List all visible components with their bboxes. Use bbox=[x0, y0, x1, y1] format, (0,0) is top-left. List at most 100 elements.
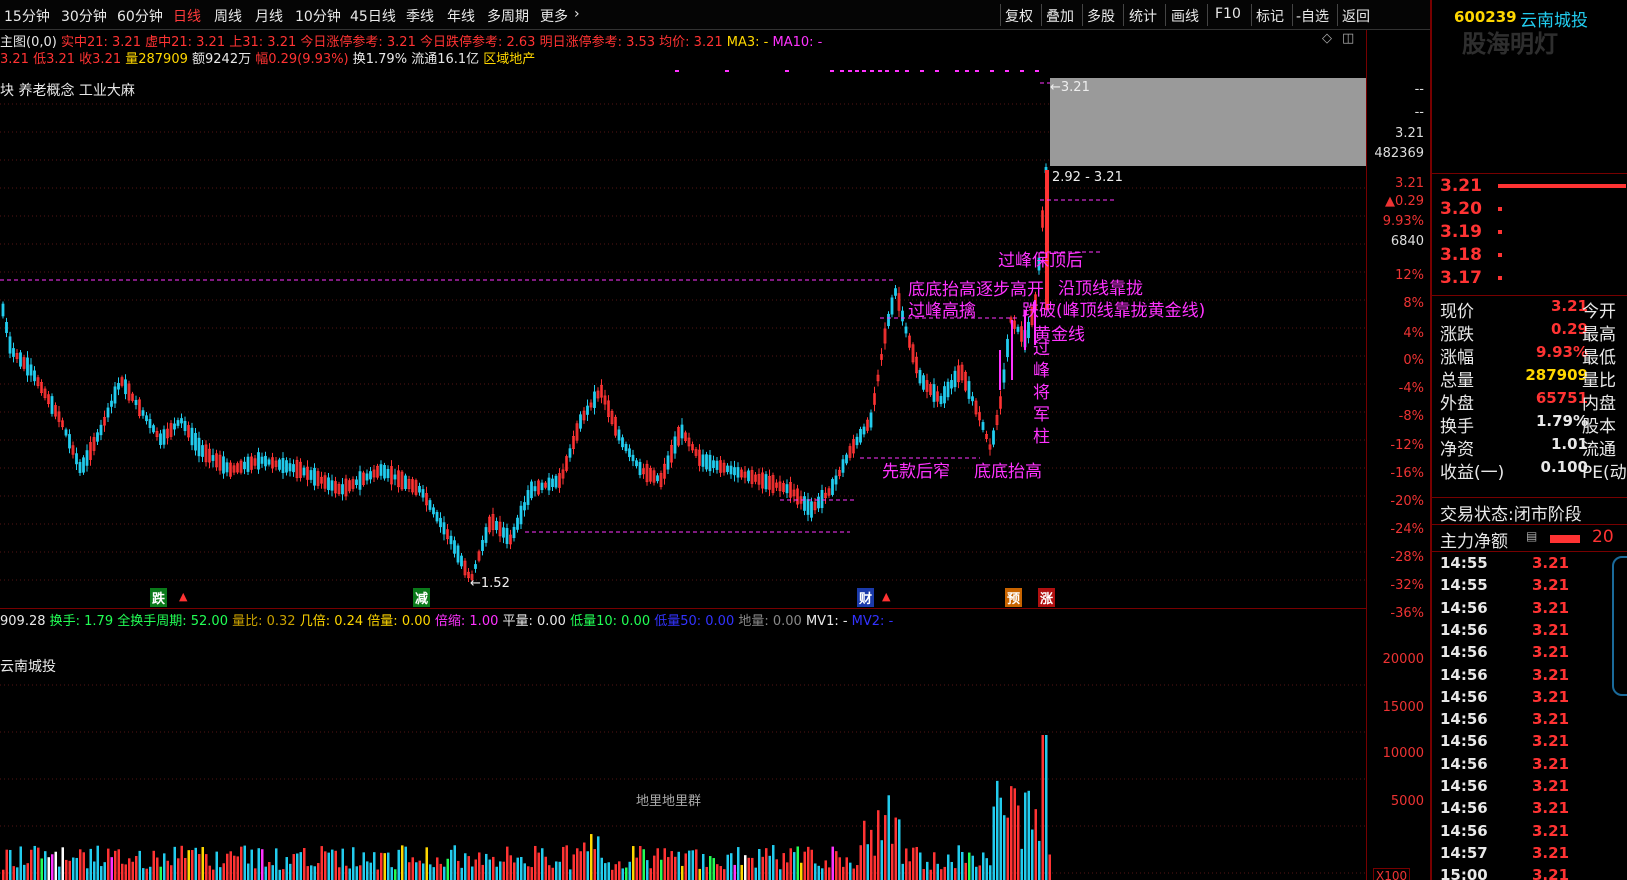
volume-bar bbox=[432, 867, 435, 880]
volume-bar bbox=[719, 866, 722, 880]
candle-body bbox=[971, 396, 974, 402]
volume-bar bbox=[499, 861, 502, 880]
volume-bar bbox=[1045, 735, 1048, 880]
candle-body bbox=[33, 370, 36, 382]
volume-indicator-value: 平量: 0.00 bbox=[498, 614, 566, 629]
price-axis-tick: 3.21 bbox=[1395, 176, 1424, 191]
annotation-char: 将 bbox=[1033, 383, 1050, 403]
volume-bar bbox=[170, 865, 173, 880]
volume-bar bbox=[285, 857, 288, 880]
candle-body bbox=[365, 473, 369, 481]
candle-body bbox=[806, 499, 810, 515]
volume-bar bbox=[908, 861, 911, 880]
side-float-widget[interactable] bbox=[1612, 556, 1627, 696]
volume-axis-tick: 15000 bbox=[1382, 700, 1424, 715]
volume-bar bbox=[481, 864, 484, 880]
event-tag[interactable]: 涨 bbox=[1038, 588, 1056, 607]
candle-body bbox=[831, 479, 834, 495]
quote-row: 总量 287909 量比 bbox=[1440, 366, 1627, 391]
candle-body bbox=[946, 381, 950, 398]
volume-bar bbox=[530, 867, 533, 880]
tick-row: 14:56 3.21 bbox=[1440, 643, 1620, 661]
volume-bar bbox=[320, 846, 323, 880]
candle-body bbox=[624, 443, 628, 452]
candle-body bbox=[715, 460, 719, 470]
annotation-general-pillar: 过峰将军柱 bbox=[1033, 338, 1053, 448]
volume-bar bbox=[1048, 854, 1051, 880]
volume-bar bbox=[912, 847, 915, 880]
volume-bar bbox=[485, 853, 488, 880]
volume-bar bbox=[971, 855, 974, 880]
volume-bar bbox=[5, 849, 8, 880]
volume-bar bbox=[915, 846, 918, 880]
candle-body bbox=[845, 454, 848, 464]
panel-divider bbox=[1432, 295, 1627, 296]
volume-bar bbox=[618, 861, 621, 880]
candle-body bbox=[656, 475, 659, 482]
tick-time: 14:55 bbox=[1440, 554, 1488, 572]
annotation-guard-top: 过峰保顶后 bbox=[998, 251, 1083, 271]
volume-bar bbox=[278, 869, 281, 880]
volume-bar bbox=[310, 865, 313, 880]
tick-price: 3.21 bbox=[1532, 643, 1570, 662]
volume-bar bbox=[296, 853, 299, 880]
event-tag[interactable]: 跌 bbox=[150, 588, 168, 607]
volume-bar bbox=[894, 817, 897, 880]
candle-body bbox=[302, 467, 306, 476]
signal-dot bbox=[955, 70, 959, 72]
volume-bar bbox=[961, 851, 964, 880]
annotation-higher-lows-2: 底底抬高 bbox=[974, 462, 1042, 482]
candle-body bbox=[379, 464, 383, 476]
candle-body bbox=[922, 375, 925, 390]
volume-bar bbox=[558, 861, 561, 880]
candle-body bbox=[747, 470, 750, 482]
tick-row: 14:56 3.21 bbox=[1440, 621, 1620, 639]
candle-body bbox=[1016, 326, 1020, 332]
up-arrow-icon: ▲ bbox=[179, 590, 188, 603]
quote-label: 净资 bbox=[1440, 440, 1474, 460]
volume-bar bbox=[362, 852, 365, 880]
panel-divider bbox=[1432, 551, 1627, 552]
ground-volume-label: 地里地里群 bbox=[636, 794, 702, 809]
candle-body bbox=[309, 470, 313, 480]
signal-dot bbox=[1005, 70, 1009, 72]
quote-label-right: 今开 bbox=[1582, 302, 1616, 322]
candle-body bbox=[222, 456, 225, 474]
volume-bar bbox=[982, 852, 985, 880]
volume-bar bbox=[639, 846, 642, 880]
event-tag[interactable]: 财 bbox=[857, 588, 875, 607]
candle-body bbox=[369, 471, 372, 480]
volume-bar bbox=[86, 868, 89, 880]
tick-row: 14:56 3.21 bbox=[1440, 688, 1620, 706]
candle-body bbox=[106, 407, 110, 418]
volume-bar bbox=[341, 848, 344, 880]
volume-bar bbox=[149, 866, 152, 880]
volume-bar bbox=[82, 852, 85, 880]
volume-stock-name: 云南城投 bbox=[0, 659, 56, 675]
volume-bar bbox=[838, 857, 841, 880]
event-tag[interactable]: 预 bbox=[1005, 588, 1023, 607]
volume-bar bbox=[985, 858, 988, 880]
candle-body bbox=[785, 484, 789, 494]
annotation-char: 过 bbox=[1033, 339, 1050, 359]
quote-label-right: 最高 bbox=[1582, 325, 1616, 345]
quote-label-right: PE(动 bbox=[1582, 463, 1627, 483]
quote-value: 9.93% bbox=[1535, 343, 1588, 361]
volume-bar bbox=[744, 855, 747, 880]
tick-time: 14:56 bbox=[1440, 620, 1488, 639]
volume-bar bbox=[506, 846, 509, 880]
candle-body bbox=[355, 479, 358, 486]
candle-body bbox=[75, 453, 78, 465]
event-tag-row: 跌 减 财 预涨 ▲ ▲ bbox=[0, 588, 1366, 607]
volume-bar bbox=[824, 860, 827, 880]
detail-icon[interactable]: ▤ bbox=[1526, 529, 1537, 543]
volume-indicator-value: 倍量: 0.00 bbox=[363, 614, 431, 629]
candle-body bbox=[162, 429, 166, 445]
main-net-amount: 主力净额 ▤ 20 bbox=[1440, 527, 1614, 552]
event-tag[interactable]: 减 bbox=[413, 588, 431, 607]
price-axis-tick: ▲0.29 bbox=[1385, 194, 1424, 209]
candle-body bbox=[327, 477, 330, 491]
volume-bar bbox=[61, 847, 64, 880]
candle-body bbox=[50, 396, 54, 414]
candle-body bbox=[64, 429, 68, 436]
